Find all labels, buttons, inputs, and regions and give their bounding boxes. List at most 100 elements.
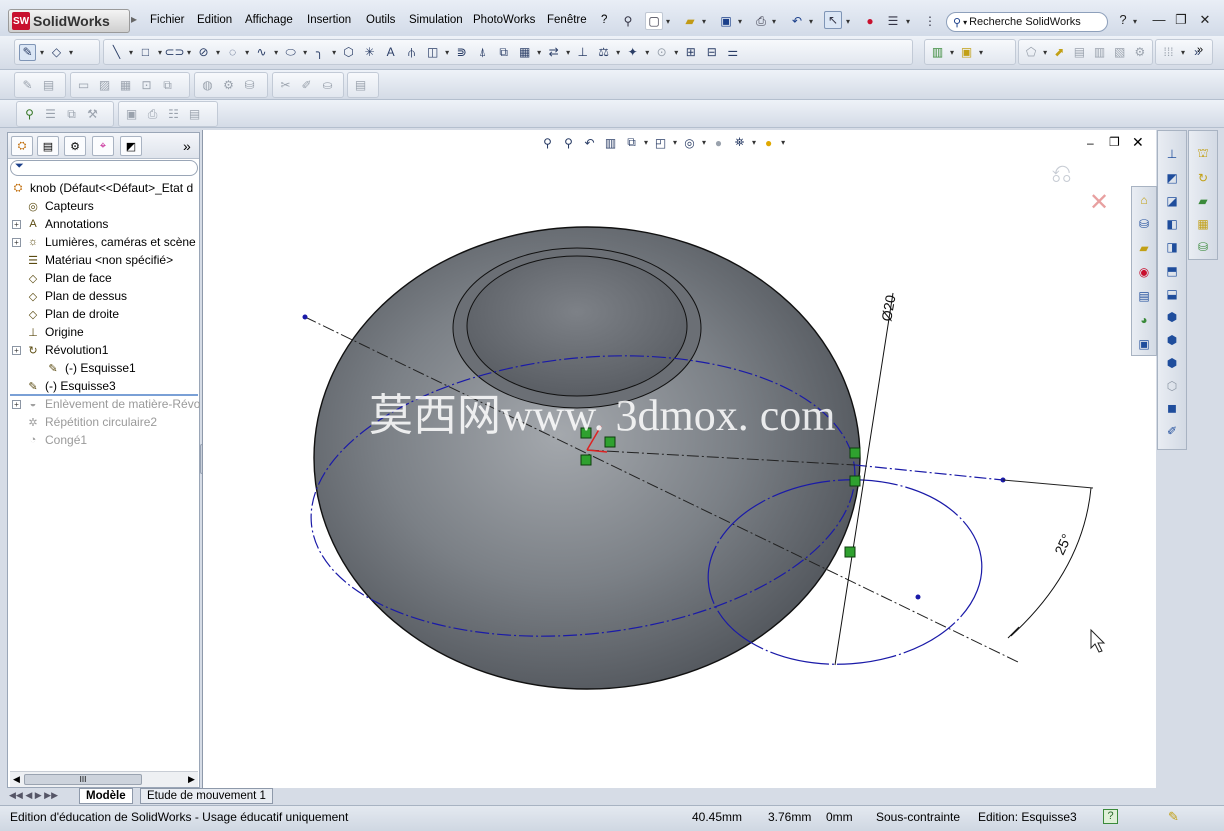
move-dropdown-icon[interactable]: ▾ — [566, 48, 570, 57]
bottom-view-icon[interactable]: ⬓ — [1163, 285, 1181, 303]
sphere-icon[interactable]: ◍ — [199, 77, 216, 94]
block-rebuild-icon[interactable]: ⚙ — [1132, 44, 1148, 61]
insert-block-dropdown-icon[interactable]: ▾ — [979, 48, 983, 57]
sketch-icon[interactable]: ✎ — [19, 43, 36, 61]
trimetric-view-icon[interactable]: ⬢ — [1163, 331, 1181, 349]
home-icon[interactable]: ⌂ — [1135, 191, 1153, 209]
pattern-dropdown-icon[interactable]: ▾ — [537, 48, 541, 57]
offset-icon[interactable]: ⋑ — [453, 44, 470, 61]
back-view-icon[interactable]: ◪ — [1163, 192, 1181, 210]
convert-entities-icon[interactable]: ◫ — [424, 44, 441, 61]
tab-nav-icon[interactable]: ◀◀ ◀ ▶ ▶▶ — [9, 790, 58, 801]
new-document-icon[interactable]: ▢ — [645, 12, 663, 30]
polygon-icon[interactable]: ⬡ — [340, 44, 357, 61]
help-dropdown-icon[interactable]: ▾ — [1133, 17, 1137, 26]
tab-model[interactable]: Modèle — [79, 788, 133, 804]
assembly-icon[interactable]: ⚙ — [220, 77, 237, 94]
sketch-pattern-icon[interactable]: ⧉ — [495, 44, 512, 61]
menu-photoworks[interactable]: PhotoWorks — [473, 14, 535, 26]
tree-item[interactable]: ◇ Plan de face — [12, 269, 203, 287]
scissors-icon[interactable]: ✂ — [277, 77, 294, 94]
tree-item[interactable]: + ↻ Révolution1 — [12, 341, 203, 359]
solidworks-logo[interactable]: SW SolidWorks — [8, 9, 130, 33]
tree-item[interactable]: ◇ Plan de droite — [12, 305, 203, 323]
ellipse-icon[interactable]: ⬭ — [282, 44, 299, 61]
undo-icon[interactable]: ↶ — [788, 12, 806, 30]
paint-icon[interactable]: ✐ — [298, 77, 315, 94]
relation-marker[interactable] — [580, 454, 592, 466]
pin-menu-icon[interactable]: ⚲ — [619, 12, 637, 30]
mirror-icon[interactable]: ⍋ — [474, 44, 491, 61]
top-view-icon[interactable]: ⬒ — [1163, 262, 1181, 280]
slot-icon[interactable]: ⊂⊃ — [164, 44, 184, 61]
compare-icon[interactable]: ⧉ — [63, 106, 80, 123]
close-button[interactable]: ✕ — [1196, 12, 1214, 30]
open-icon[interactable]: ▰ — [681, 12, 699, 30]
trim-icon[interactable]: ⫛ — [403, 44, 420, 61]
rapid-sketch-icon[interactable]: ⊙ — [653, 44, 670, 61]
fillet-dropdown-icon[interactable]: ▾ — [332, 48, 336, 57]
more-commands-icon[interactable]: ⋮ — [921, 12, 939, 30]
image-icon[interactable]: ▨ — [96, 77, 113, 94]
measure-icon[interactable]: ⚒ — [84, 106, 101, 123]
quick-snaps-icon[interactable]: ✦ — [624, 44, 641, 61]
right-view-icon[interactable]: ◨ — [1163, 238, 1181, 256]
tab-motion-study[interactable]: Etude de mouvement 1 — [140, 788, 273, 804]
draft-icon[interactable]: ✐ — [1163, 422, 1181, 440]
tree-item[interactable]: ✎ (-) Esquisse3 — [12, 377, 203, 395]
sweep-icon[interactable]: ▰ — [1194, 192, 1212, 210]
loft-icon[interactable]: ▦ — [1194, 215, 1212, 233]
property-manager-tab-icon[interactable]: ▤ — [37, 136, 59, 156]
menu-help[interactable]: ? — [601, 14, 607, 26]
snaps-dropdown-icon[interactable]: ▾ — [645, 48, 649, 57]
properties-icon[interactable]: ▤ — [352, 77, 369, 94]
sketch-line-right[interactable] — [854, 464, 1004, 481]
rectangle-icon[interactable]: □ — [137, 44, 154, 61]
rectangle-dropdown-icon[interactable]: ▾ — [158, 48, 162, 57]
tree-item[interactable]: ◎ Capteurs — [12, 197, 203, 215]
save-sheet-icon[interactable]: ▤ — [40, 77, 57, 94]
minimize-button[interactable]: — — [1150, 12, 1168, 30]
block-explode-icon[interactable]: ▤ — [1071, 44, 1087, 61]
list-icon[interactable]: ☰ — [42, 106, 59, 123]
scroll-right-icon[interactable]: ▶ — [188, 774, 195, 785]
panel-expand-icon[interactable]: » — [183, 138, 191, 154]
tree-item[interactable]: + ◒ Enlèvement de matière-Révo — [12, 395, 203, 413]
grid-dropdown-icon[interactable]: ▾ — [1181, 48, 1185, 57]
dimension-extension-line[interactable] — [1002, 479, 1094, 489]
print-dropdown-icon[interactable]: ▾ — [772, 17, 776, 26]
line-dropdown-icon[interactable]: ▾ — [129, 48, 133, 57]
block-belt-icon[interactable]: ▧ — [1112, 44, 1128, 61]
design-library-icon[interactable]: ⛁ — [1135, 215, 1153, 233]
draft-analysis-icon[interactable]: ▣ — [123, 106, 140, 123]
left-view-icon[interactable]: ◧ — [1163, 215, 1181, 233]
wireframe-icon[interactable]: ⬡ — [1163, 377, 1181, 395]
layout-dropdown-icon[interactable]: ▾ — [1043, 48, 1047, 57]
feature-filter-input[interactable]: ⏷ — [10, 160, 198, 176]
tree-item[interactable]: ✎ (-) Esquisse1 — [12, 359, 203, 377]
tree-item[interactable]: ☰ Matériau <non spécifié> — [12, 251, 203, 269]
relation-marker[interactable] — [849, 475, 861, 487]
fillet-sketch-icon[interactable]: ╮ — [311, 44, 328, 61]
dimxpert-tab-icon[interactable]: ⌖ — [92, 136, 114, 156]
status-help-icon[interactable]: ? — [1103, 809, 1118, 824]
move-entities-icon[interactable]: ⇄ — [545, 44, 562, 61]
insert-block-icon[interactable]: ▣ — [958, 44, 975, 61]
dimension-dropdown-icon[interactable]: ▾ — [69, 48, 73, 57]
centerline-endpoint[interactable] — [302, 314, 308, 320]
relation-marker[interactable] — [849, 447, 861, 459]
help-button[interactable]: ? — [1114, 12, 1132, 30]
print-icon[interactable]: ⎙ — [752, 12, 770, 30]
scroll-left-icon[interactable]: ◀ — [13, 774, 20, 785]
horizontal-scrollbar[interactable]: ◀ III ▶ — [10, 771, 198, 787]
point-icon[interactable]: ✳ — [361, 44, 378, 61]
angle-dimension-label[interactable]: 25° — [1051, 531, 1074, 557]
status-tag-icon[interactable]: ✎ — [1168, 809, 1179, 825]
boundary-icon[interactable]: ⛁ — [1194, 238, 1212, 256]
save-dropdown-icon[interactable]: ▾ — [738, 17, 742, 26]
circle-dropdown-icon[interactable]: ▾ — [216, 48, 220, 57]
block-dropdown-icon[interactable]: ▾ — [950, 48, 954, 57]
tree-item[interactable]: + ☼ Lumières, caméras et scène — [12, 233, 203, 251]
copy-view-icon[interactable]: ⧉ — [159, 77, 176, 94]
bucket-icon[interactable]: ⛀ — [319, 77, 336, 94]
